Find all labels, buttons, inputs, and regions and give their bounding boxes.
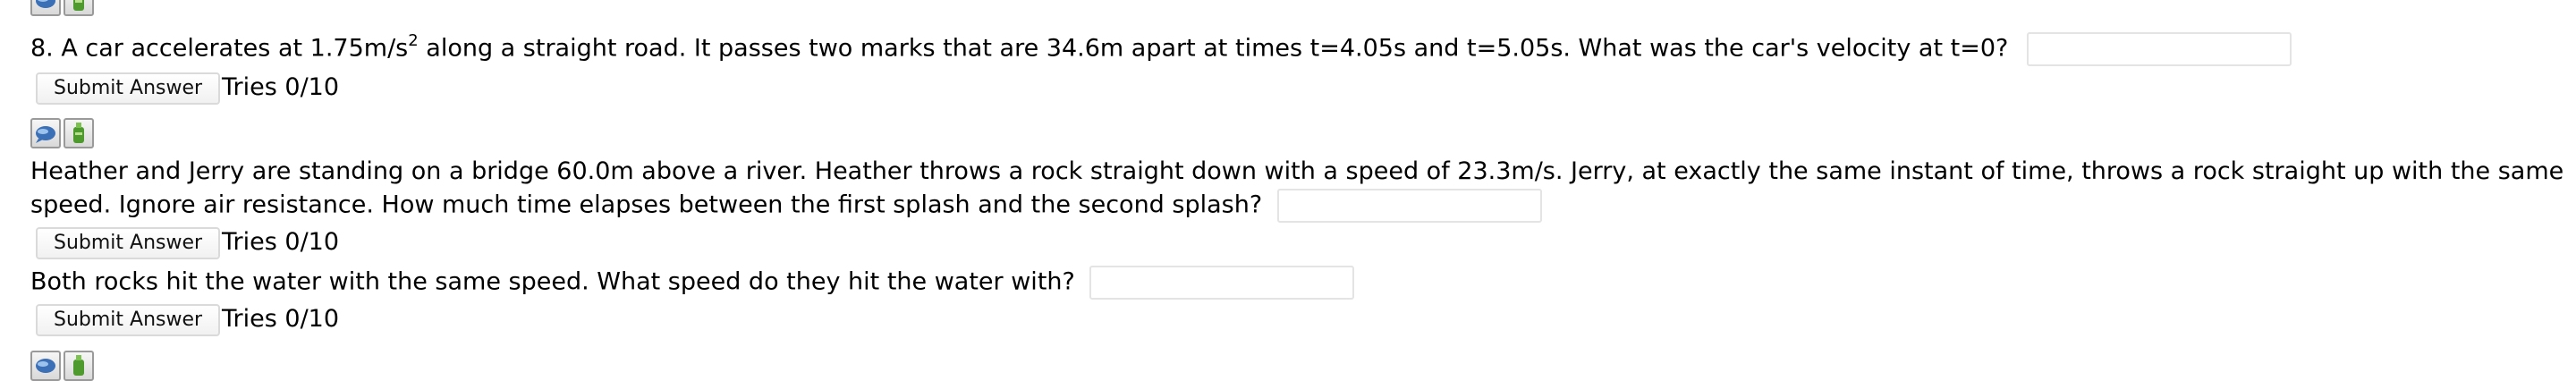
submit-answer-button-q9[interactable]: Submit Answer (36, 227, 221, 259)
question-8-text: 8. A car accelerates at 1.75m/s2 along a… (30, 32, 2292, 66)
question-9-line1: Heather and Jerry are standing on a brid… (30, 157, 2564, 185)
question-text-part1: A car accelerates at 1.75m/s (61, 34, 409, 63)
discussion-icon[interactable] (30, 351, 61, 381)
feedback-bottle-icon[interactable] (64, 0, 94, 16)
question-10-text: Both rocks hit the water with the same s… (30, 266, 1355, 300)
answer-field-q8[interactable] (2026, 32, 2292, 66)
answer-field-q10[interactable] (1089, 266, 1355, 300)
top-icon-pair (30, 0, 94, 16)
answer-field-q9[interactable] (1276, 189, 1542, 223)
question-9-line2-text: speed. Ignore air resistance. How much t… (30, 190, 1263, 219)
question-9-icon-pair (30, 118, 94, 148)
tries-counter-q8: Tries 0/10 (222, 73, 340, 101)
tries-counter-q10: Tries 0/10 (222, 305, 340, 333)
submit-answer-button-q8[interactable]: Submit Answer (36, 72, 221, 105)
bottom-icon-pair (30, 351, 94, 381)
tries-counter-q9: Tries 0/10 (222, 228, 340, 256)
discussion-icon[interactable] (30, 0, 61, 16)
question-number: 8. (30, 34, 54, 63)
question-9-line2: speed. Ignore air resistance. How much t… (30, 189, 1542, 223)
submit-answer-button-q10[interactable]: Submit Answer (36, 304, 221, 336)
feedback-bottle-icon[interactable] (64, 118, 94, 148)
question-text-part2: along a straight road. It passes two mar… (418, 34, 2009, 63)
feedback-bottle-icon[interactable] (64, 351, 94, 381)
discussion-icon[interactable] (30, 118, 61, 148)
superscript: 2 (408, 30, 419, 50)
question-10-text-content: Both rocks hit the water with the same s… (30, 267, 1075, 296)
